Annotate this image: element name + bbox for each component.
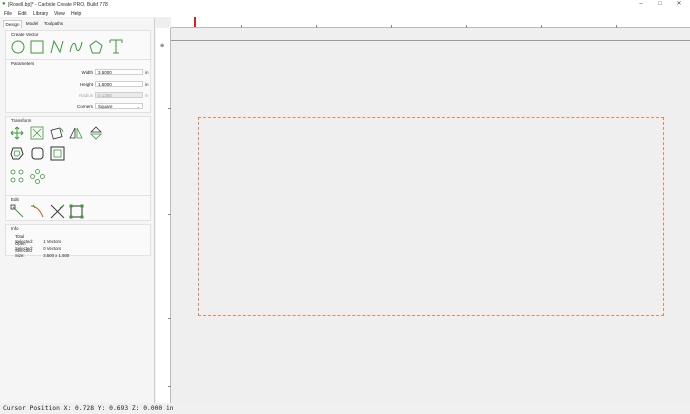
tab-design[interactable]: Design [3, 20, 22, 28]
ruler-tick [168, 386, 171, 387]
origin-icon: ⊕ [160, 43, 165, 49]
menu-view[interactable]: View [54, 11, 65, 17]
menu-edit[interactable]: Edit [18, 11, 27, 17]
polyline-icon[interactable] [50, 40, 64, 54]
width-label: Width [81, 70, 93, 75]
window-title: [Rosell.bp]* - Carbide Create PRO, Build… [8, 1, 108, 8]
move-icon[interactable] [10, 126, 24, 140]
inset-icon[interactable] [50, 146, 65, 161]
minimize-icon[interactable]: – [634, 0, 648, 9]
radius-label: Radius [78, 93, 93, 98]
circular-array-icon[interactable] [30, 169, 45, 184]
tab-toolpaths[interactable]: Toolpaths [42, 20, 65, 28]
ruler-tick [541, 25, 542, 28]
node-edit-icon[interactable] [10, 204, 25, 219]
title-bar: ● [Rosell.bp]* - Carbide Create PRO, Bui… [0, 0, 690, 9]
ruler-tick [168, 108, 171, 109]
create-vector-title: Create Vector [11, 32, 39, 37]
corners-label: Corners [76, 104, 93, 109]
canvas-top-guide [171, 40, 690, 41]
width-input[interactable]: 3.5000 [95, 69, 143, 75]
parameters-title: Parameters [11, 61, 35, 66]
cursor-marker [194, 17, 196, 27]
close-icon[interactable]: ✕ [672, 0, 686, 9]
menu-library[interactable]: Library [33, 11, 48, 17]
polygon-icon[interactable] [89, 40, 103, 54]
fillet-icon[interactable] [30, 146, 45, 161]
menu-file[interactable]: File [4, 11, 12, 17]
selected-rectangle[interactable] [198, 117, 664, 316]
curve-icon[interactable] [69, 40, 83, 54]
transform-title: Transform [11, 118, 32, 123]
height-input[interactable]: 1.5000 [95, 81, 143, 87]
vertical-ruler [156, 28, 171, 403]
cut-icon[interactable] [50, 204, 65, 219]
edit-title: Edit [11, 197, 19, 202]
offset-icon[interactable] [10, 146, 25, 161]
tab-model[interactable]: Model [24, 20, 40, 28]
ruler-tick [616, 25, 617, 28]
ruler-tick [168, 318, 171, 319]
radius-input: 0.1300 [95, 92, 143, 98]
circle-icon[interactable] [11, 40, 25, 54]
edit-section: Edit [5, 195, 151, 221]
info-title: Info [11, 226, 19, 231]
height-label: Height [79, 82, 93, 87]
design-panel: Design Model Toolpaths Create Vector Par… [0, 18, 155, 403]
width-unit: in [145, 70, 149, 75]
height-unit: in [145, 82, 149, 87]
horizontal-ruler [171, 17, 690, 28]
carbide-logo-icon: ● [2, 1, 6, 7]
mirror-vertical-icon[interactable] [89, 126, 103, 140]
corners-select[interactable]: Square ⌄ [95, 103, 143, 109]
corners-value: Square [98, 104, 113, 109]
cursor-position: Cursor Position X: 0.728 Y: 0.693 Z: 0.0… [3, 405, 174, 412]
array-icon[interactable] [10, 169, 25, 184]
rectangle-icon[interactable] [30, 40, 44, 54]
trim-icon[interactable] [30, 204, 45, 219]
ruler-tick [316, 25, 317, 28]
ruler-tick [241, 25, 242, 28]
mirror-horizontal-icon[interactable] [69, 126, 83, 140]
selected-size-value: 3.500 x 1.500 [43, 253, 70, 258]
maximize-icon[interactable]: □ [653, 0, 667, 9]
bounding-box-icon[interactable] [69, 204, 84, 219]
info-section: Info Total Selected: 1 Vectors Open Sele… [5, 224, 151, 258]
menu-bar: File Edit Library View Help [0, 9, 690, 17]
menu-help[interactable]: Help [71, 11, 81, 17]
scale-icon[interactable] [30, 126, 44, 140]
rotate-icon[interactable] [50, 126, 64, 140]
radius-unit: in [145, 93, 149, 98]
ruler-tick [391, 25, 392, 28]
ruler-tick [168, 214, 171, 215]
parameters-section: Parameters Width 3.5000 in Height 1.5000… [5, 59, 151, 113]
text-icon[interactable] [109, 39, 123, 54]
ruler-tick [466, 25, 467, 28]
selected-size-row: Selected Size: 3.500 x 1.500 [15, 248, 69, 258]
selected-size-label: Selected Size: [15, 248, 32, 258]
status-bar: Cursor Position X: 0.728 Y: 0.693 Z: 0.0… [0, 403, 690, 414]
chevron-down-icon: ⌄ [136, 104, 140, 109]
